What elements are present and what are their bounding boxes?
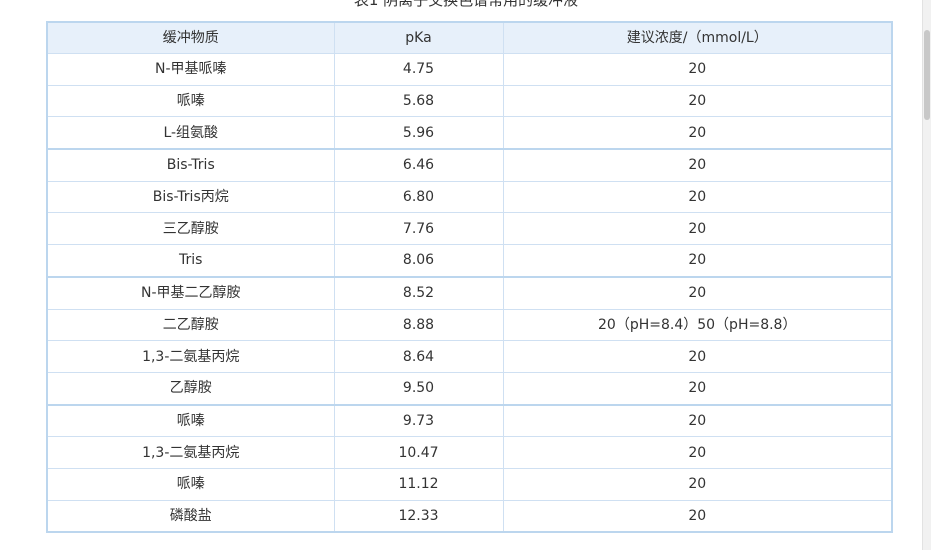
cell-concentration: 20 <box>502 212 893 246</box>
table-row: 二乙醇胺 8.88 20（pH=8.4）50（pH=8.8） <box>46 308 893 342</box>
buffer-table: 缓冲物质 pKa 建议浓度/（mmol/L） N-甲基哌嗪 4.75 20 哌嗪… <box>46 21 893 534</box>
header-concentration: 建议浓度/（mmol/L） <box>502 21 893 54</box>
cell-substance: 乙醇胺 <box>46 371 335 406</box>
vertical-scrollbar[interactable] <box>922 0 931 550</box>
cell-substance: Bis-Tris丙烷 <box>46 180 335 214</box>
table-row: 哌嗪 5.68 20 <box>46 84 893 118</box>
table-row: L-组氨酸 5.96 20 <box>46 116 893 150</box>
table-row: 三乙醇胺 7.76 20 <box>46 212 893 246</box>
table-row: 1,3-二氨基丙烷 10.47 20 <box>46 436 893 469</box>
table-row: Bis-Tris 6.46 20 <box>46 148 893 182</box>
table-caption: 表1 阴离子交换色谱常用的缓冲液 <box>353 0 579 9</box>
cell-pka: 8.88 <box>333 308 504 342</box>
cell-pka: 8.64 <box>333 340 504 373</box>
cell-concentration: 20 <box>502 53 893 86</box>
table-row: 哌嗪 11.12 20 <box>46 467 893 501</box>
cell-pka: 9.50 <box>333 371 504 406</box>
cell-pka: 11.12 <box>333 467 504 501</box>
cell-concentration: 20 <box>502 244 893 278</box>
cell-concentration: 20 <box>502 467 893 501</box>
cell-concentration: 20 <box>502 116 893 150</box>
cell-substance: L-组氨酸 <box>46 116 335 150</box>
cell-pka: 5.96 <box>333 116 504 150</box>
cell-pka: 5.68 <box>333 84 504 118</box>
cell-pka: 4.75 <box>333 53 504 86</box>
cell-concentration: 20 <box>502 180 893 214</box>
table-row: 乙醇胺 9.50 20 <box>46 371 893 406</box>
table-row: 1,3-二氨基丙烷 8.64 20 <box>46 340 893 373</box>
cell-pka: 9.73 <box>333 403 504 438</box>
page: 表1 阴离子交换色谱常用的缓冲液 缓冲物质 pKa 建议浓度/（mmol/L） … <box>0 0 932 550</box>
cell-concentration: 20 <box>502 148 893 182</box>
cell-pka: 10.47 <box>333 436 504 469</box>
table-row: N-甲基二乙醇胺 8.52 20 <box>46 275 893 310</box>
cell-concentration: 20 <box>502 275 893 310</box>
cell-substance: 二乙醇胺 <box>46 308 335 342</box>
table-row: Tris 8.06 20 <box>46 244 893 278</box>
cell-substance: Bis-Tris <box>46 148 335 182</box>
cell-substance: N-甲基二乙醇胺 <box>46 275 335 310</box>
table-row: 磷酸盐 12.33 20 <box>46 499 893 533</box>
table-row: Bis-Tris丙烷 6.80 20 <box>46 180 893 214</box>
cell-substance: 1,3-二氨基丙烷 <box>46 436 335 469</box>
header-buffer-substance: 缓冲物质 <box>46 21 335 54</box>
table-row: N-甲基哌嗪 4.75 20 <box>46 53 893 86</box>
cell-substance: 哌嗪 <box>46 84 335 118</box>
cell-substance: N-甲基哌嗪 <box>46 53 335 86</box>
cell-concentration: 20（pH=8.4）50（pH=8.8） <box>502 308 893 342</box>
cell-concentration: 20 <box>502 403 893 438</box>
cell-substance: 三乙醇胺 <box>46 212 335 246</box>
table-header-row: 缓冲物质 pKa 建议浓度/（mmol/L） <box>46 21 893 54</box>
cell-concentration: 20 <box>502 340 893 373</box>
cell-pka: 8.06 <box>333 244 504 278</box>
cell-pka: 7.76 <box>333 212 504 246</box>
header-pka: pKa <box>333 21 504 54</box>
cell-substance: 1,3-二氨基丙烷 <box>46 340 335 373</box>
cell-substance: 哌嗪 <box>46 403 335 438</box>
table-row: 哌嗪 9.73 20 <box>46 403 893 438</box>
cell-concentration: 20 <box>502 84 893 118</box>
scrollbar-thumb[interactable] <box>924 30 930 120</box>
cell-substance: 哌嗪 <box>46 467 335 501</box>
cell-concentration: 20 <box>502 499 893 533</box>
cell-substance: 磷酸盐 <box>46 499 335 533</box>
cell-substance: Tris <box>46 244 335 278</box>
cell-pka: 8.52 <box>333 275 504 310</box>
cell-concentration: 20 <box>502 436 893 469</box>
cell-pka: 12.33 <box>333 499 504 533</box>
cell-pka: 6.46 <box>333 148 504 182</box>
cell-concentration: 20 <box>502 371 893 406</box>
cell-pka: 6.80 <box>333 180 504 214</box>
